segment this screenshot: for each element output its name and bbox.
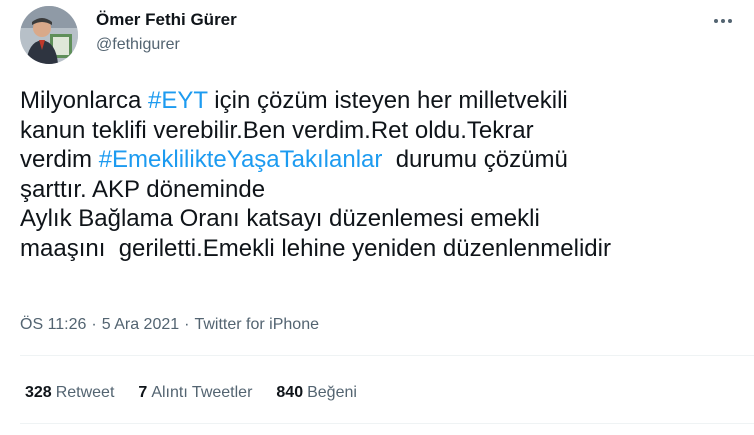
tweet-text: Milyonlarca #EYT için çözüm isteyen her …	[20, 86, 740, 263]
tweet-stats: 328 Retweet 7 Alıntı Tweetler 840 Beğeni	[25, 384, 357, 402]
tweet-time[interactable]: ÖS 11:26	[20, 316, 86, 333]
retweets-label: Retweet	[55, 384, 115, 401]
hashtag-link-eyt[interactable]: #EYT	[148, 87, 208, 114]
divider	[20, 355, 754, 356]
tweet-text-segment: Milyonlarca	[20, 87, 149, 114]
more-horizontal-icon-dot	[721, 19, 725, 23]
retweets-stat[interactable]: 328 Retweet	[25, 384, 114, 402]
meta-separator: ·	[91, 316, 97, 333]
quotes-label: Alıntı Tweetler	[151, 384, 253, 401]
more-options-button[interactable]	[708, 8, 738, 34]
tweet-meta: ÖS 11:26 · 5 Ara 2021 · Twitter for iPhone	[20, 316, 319, 334]
retweets-count: 328	[25, 384, 52, 401]
quotes-stat[interactable]: 7 Alıntı Tweetler	[138, 384, 252, 402]
more-horizontal-icon	[714, 19, 718, 23]
likes-stat[interactable]: 840 Beğeni	[276, 384, 357, 402]
hashtag-link-emeklilikteyasatakilanlar[interactable]: #EmeklilikteYaşaTakılanlar	[99, 146, 383, 173]
author-name[interactable]: Ömer Fethi Gürer	[96, 10, 237, 30]
author-handle[interactable]: @fethigurer	[96, 36, 180, 54]
quotes-count: 7	[138, 384, 148, 401]
likes-label: Beğeni	[307, 384, 357, 401]
avatar[interactable]	[20, 6, 78, 64]
likes-count: 840	[276, 384, 304, 401]
tweet-source-link[interactable]: Twitter for iPhone	[194, 316, 319, 333]
tweet: Ömer Fethi Gürer @fethigurer Milyonlarca…	[0, 0, 754, 435]
tweet-date[interactable]: 5 Ara 2021	[102, 316, 179, 333]
meta-separator: ·	[184, 316, 190, 333]
divider	[20, 423, 754, 424]
more-horizontal-icon-dot	[728, 19, 732, 23]
